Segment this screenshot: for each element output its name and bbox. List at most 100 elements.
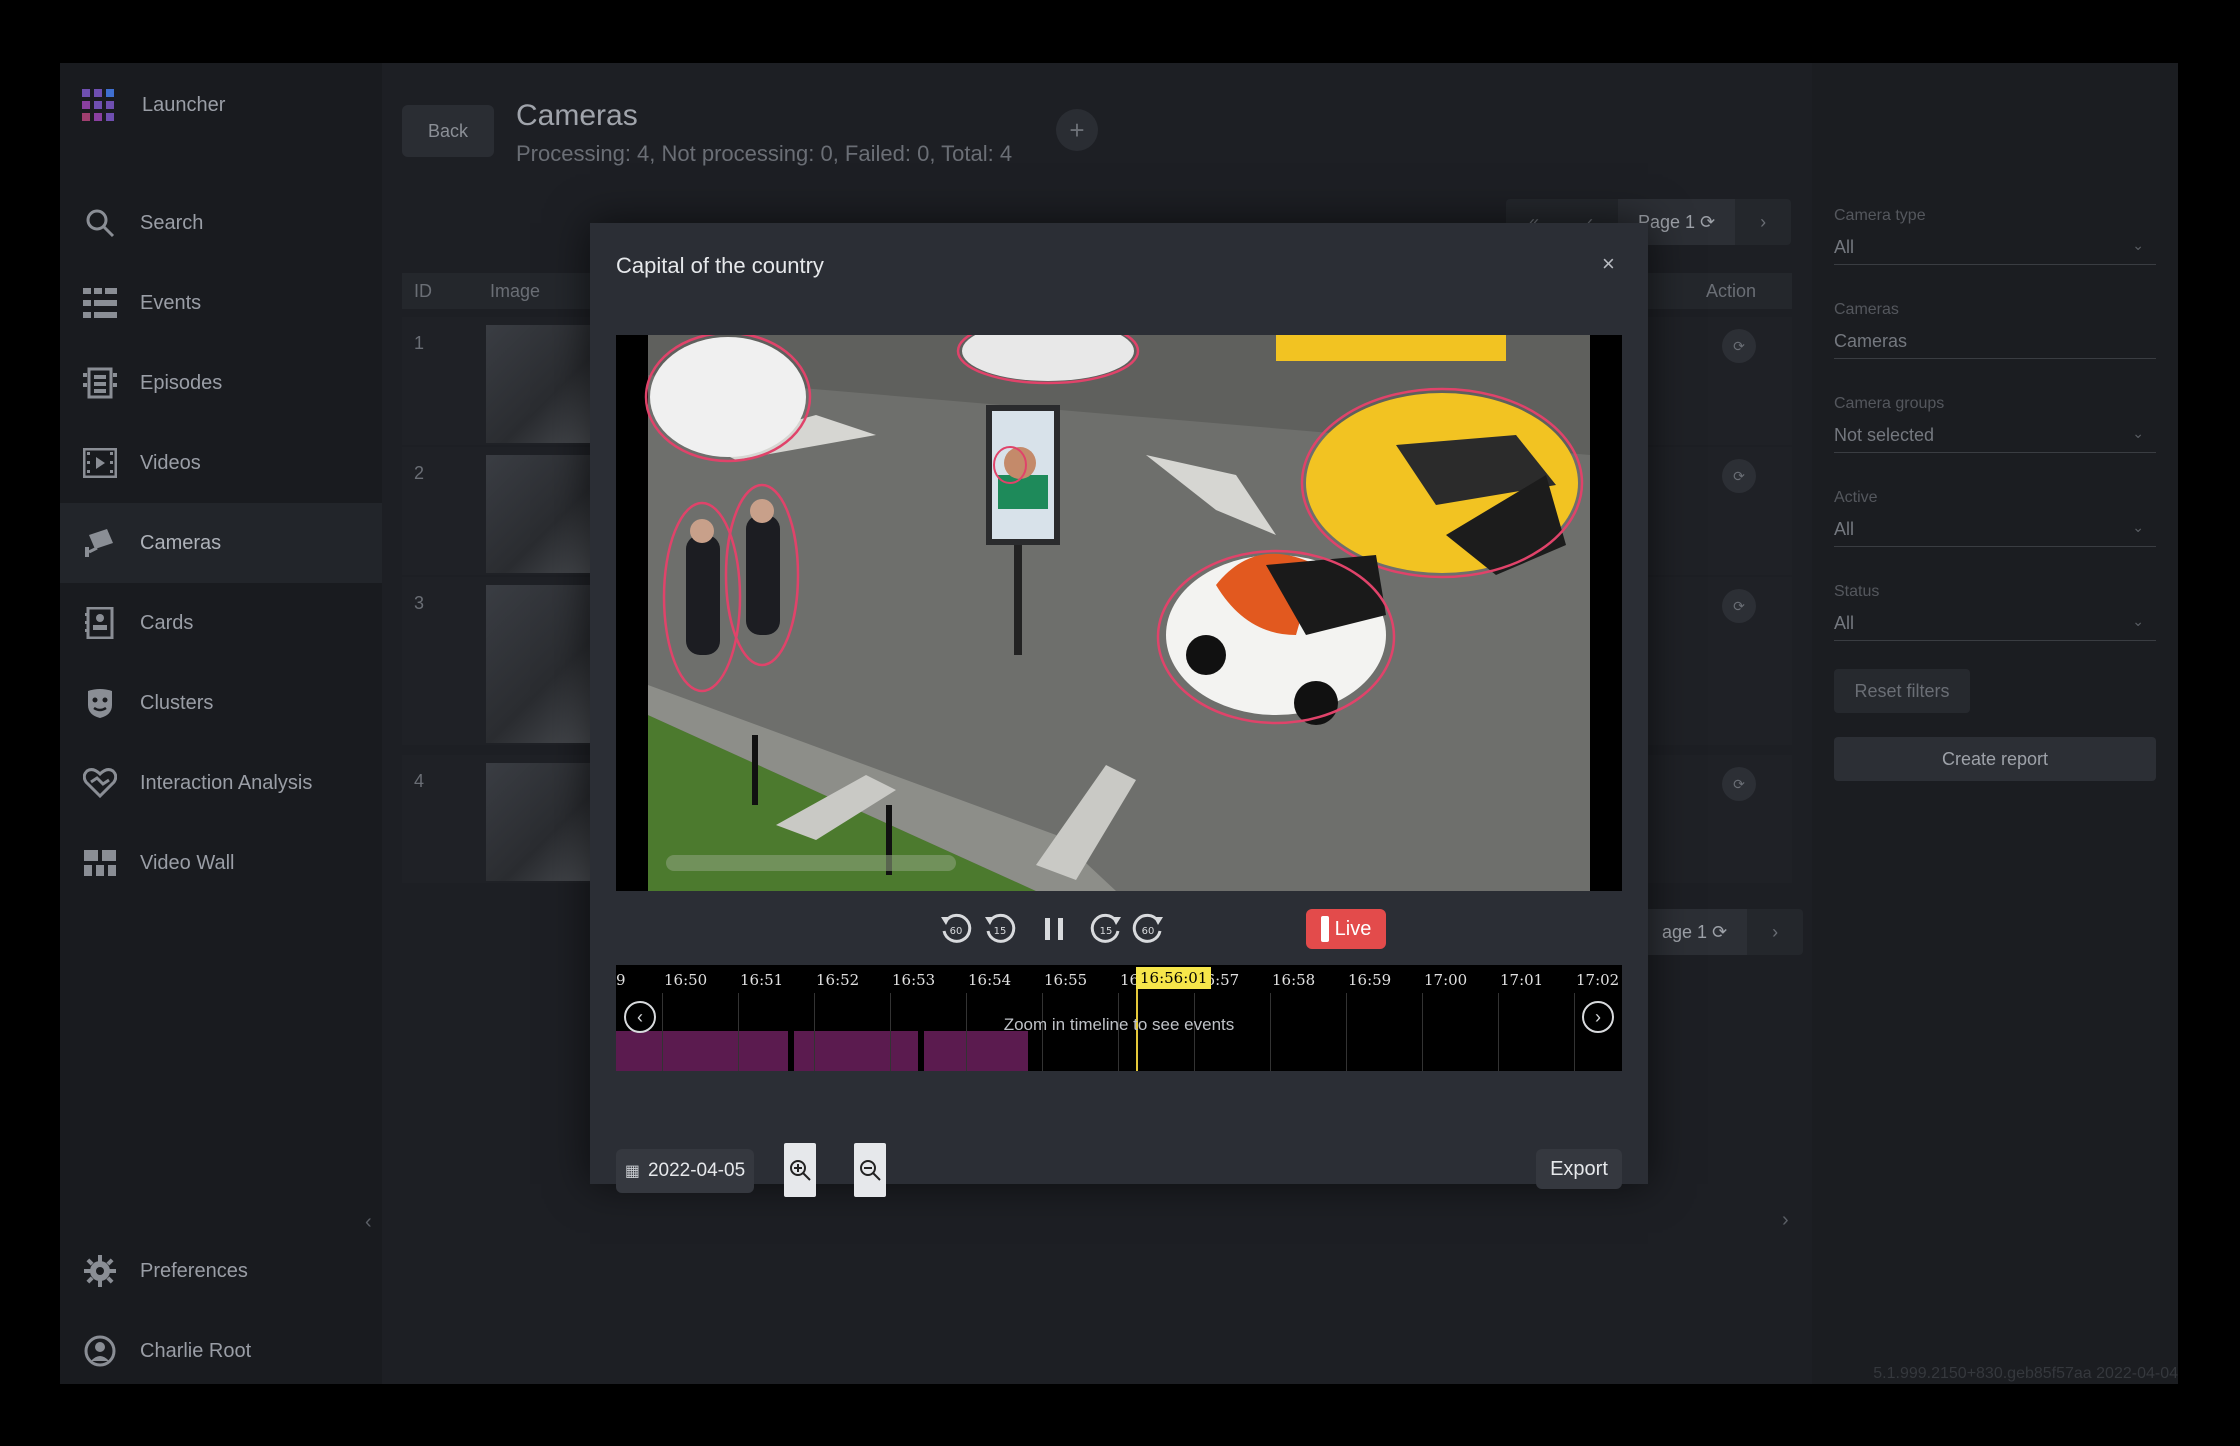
cards-icon (82, 605, 118, 641)
refresh-icon: ⟳ (1712, 921, 1728, 942)
sidebar-item-video-wall[interactable]: Video Wall (60, 823, 382, 903)
sidebar-item-cameras[interactable]: Cameras (60, 503, 382, 583)
launcher-grid-icon (82, 89, 114, 121)
sidebar-item-cards[interactable]: Cards (60, 583, 382, 663)
forward-15-button[interactable]: 15 (1086, 909, 1126, 949)
search-icon (82, 205, 118, 241)
sidebar-item-preferences[interactable]: Preferences (60, 1231, 382, 1311)
column-action: Action (1706, 281, 1757, 301)
refresh-icon: ⟳ (1700, 211, 1716, 232)
interaction-icon (82, 765, 118, 801)
camera-thumbnail (486, 763, 596, 881)
export-button[interactable]: Export (1536, 1149, 1622, 1189)
rewind-15-button[interactable]: 15 (980, 909, 1020, 949)
page-indicator[interactable]: age 1 ⟳ (1642, 909, 1748, 955)
filter-value[interactable]: Not selected ⌄ (1834, 425, 2156, 453)
sidebar-item-search[interactable]: Search (60, 183, 382, 263)
events-icon (82, 285, 118, 321)
sidebar-item-label: Search (140, 211, 204, 234)
zoom-in-button[interactable] (784, 1143, 816, 1197)
event-segment (794, 1031, 918, 1071)
sidebar-item-episodes[interactable]: Episodes (60, 343, 382, 423)
forward-15-icon: 15 (1090, 913, 1121, 943)
reset-filters-button[interactable]: Reset filters (1834, 669, 1970, 713)
user-avatar-icon (82, 1333, 118, 1369)
sidebar-item-label: Video Wall (140, 851, 235, 874)
filter-active[interactable]: Active All ⌄ (1834, 489, 2156, 547)
refresh-icon[interactable]: ⟳ (1722, 329, 1756, 363)
filter-value[interactable]: Cameras (1834, 331, 2156, 359)
svg-text:15: 15 (994, 926, 1007, 937)
videos-icon (82, 445, 118, 481)
filter-value[interactable]: All ⌄ (1834, 237, 2156, 265)
filter-label: Camera type (1834, 207, 1926, 224)
back-button[interactable]: Back (402, 105, 494, 157)
sidebar-item-label: Episodes (140, 371, 223, 394)
filter-status[interactable]: Status All ⌄ (1834, 583, 2156, 641)
sidebar-item-label: Interaction Analysis (140, 771, 313, 794)
tick-label: 17:01 (1500, 971, 1544, 989)
row-id: 4 (414, 771, 425, 791)
chevron-down-icon: ⌄ (2132, 425, 2144, 441)
video-stream[interactable] (616, 335, 1622, 891)
refresh-icon[interactable]: ⟳ (1722, 459, 1756, 493)
gear-icon (82, 1253, 118, 1289)
tick-label: 16:55 (1044, 971, 1088, 989)
filter-label: Active (1834, 489, 1878, 506)
episodes-icon (82, 365, 118, 401)
live-button[interactable]: Live (1306, 909, 1386, 949)
column-id: ID (414, 281, 432, 301)
timeline-prev-icon[interactable]: ‹ (624, 1001, 656, 1033)
pager-bottom: age 1 ⟳ › (1642, 909, 1804, 955)
tick-label: 16:52 (816, 971, 860, 989)
sidebar-item-events[interactable]: Events (60, 263, 382, 343)
event-segment (924, 1031, 1028, 1071)
next-page-icon[interactable]: › (1735, 212, 1791, 233)
live-indicator-icon (1320, 916, 1329, 942)
filter-label: Cameras (1834, 301, 1899, 318)
svg-text:60: 60 (1142, 926, 1155, 937)
camera-player-dialog: Capital of the country × 60 15 15 60 Liv… (590, 223, 1648, 1197)
sidebar-item-clusters[interactable]: Clusters (60, 663, 382, 743)
filter-camera-groups[interactable]: Camera groups Not selected ⌄ (1834, 395, 2156, 453)
refresh-icon[interactable]: ⟳ (1722, 767, 1756, 801)
timeline-next-icon[interactable]: › (1582, 1001, 1614, 1033)
zoom-out-button[interactable] (854, 1143, 886, 1197)
sidebar-item-label: Clusters (140, 691, 214, 714)
sidebar-item-videos[interactable]: Videos (60, 423, 382, 503)
launcher-label: Launcher (142, 93, 226, 116)
close-icon[interactable]: × (1602, 251, 1615, 277)
filter-value-text: Cameras (1834, 331, 1908, 351)
sidebar-item-label: Charlie Root (140, 1339, 252, 1362)
filter-camera-type[interactable]: Camera type All ⌄ (1834, 207, 2156, 265)
filter-value[interactable]: All ⌄ (1834, 519, 2156, 547)
date-value: 2022-04-05 (647, 1160, 746, 1181)
timeline[interactable]: 9 16:50 16:51 16:52 16:53 16:54 16:55 16… (616, 965, 1622, 1071)
filter-cameras[interactable]: Cameras Cameras (1834, 301, 2156, 359)
camera-thumbnail (486, 455, 596, 573)
zoom-in-icon (790, 1160, 811, 1181)
tick-label: 9 (616, 971, 626, 989)
next-page-icon[interactable]: › (1747, 922, 1803, 943)
clusters-icon (82, 685, 118, 721)
rewind-60-icon: 60 (941, 913, 972, 943)
sidebar-item-user[interactable]: Charlie Root (60, 1311, 382, 1384)
expand-filters-icon[interactable]: › (1782, 1209, 1789, 1232)
refresh-icon[interactable]: ⟳ (1722, 589, 1756, 623)
launcher-button[interactable]: Launcher (82, 85, 225, 125)
row-id: 1 (414, 333, 425, 353)
filter-label: Status (1834, 583, 1880, 600)
calendar-icon: ▦ (624, 1163, 640, 1180)
create-report-button[interactable]: Create report (1834, 737, 2156, 781)
filter-value[interactable]: All ⌄ (1834, 613, 2156, 641)
rewind-60-button[interactable]: 60 (936, 909, 976, 949)
sidebar-item-interaction-analysis[interactable]: Interaction Analysis (60, 743, 382, 823)
add-camera-button[interactable]: + (1056, 109, 1098, 151)
pause-button[interactable] (1034, 909, 1074, 949)
dialog-title: Capital of the country (616, 253, 824, 278)
forward-60-button[interactable]: 60 (1128, 909, 1168, 949)
chevron-down-icon: ⌄ (2132, 237, 2144, 253)
date-picker[interactable]: ▦ 2022-04-05 (616, 1149, 754, 1193)
timeline-hint: Zoom in timeline to see events (1003, 1015, 1235, 1034)
filters-panel: Camera type All ⌄ Cameras Cameras Camera … (1812, 63, 2178, 1384)
